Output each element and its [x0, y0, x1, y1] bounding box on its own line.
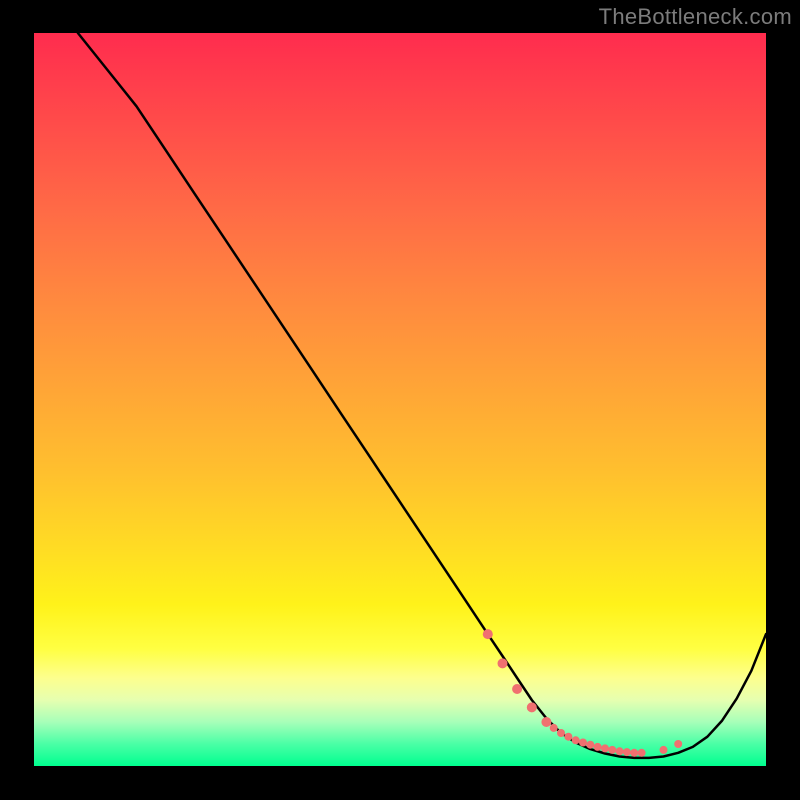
highlighted-points [483, 629, 682, 757]
marker-dot [638, 749, 646, 757]
curve-layer [34, 33, 766, 766]
marker-dot [608, 746, 616, 754]
marker-dot [541, 717, 551, 727]
marker-dot [527, 702, 537, 712]
marker-dot [483, 629, 493, 639]
chart-frame: TheBottleneck.com [0, 0, 800, 800]
marker-dot [616, 747, 624, 755]
marker-dot [564, 733, 572, 741]
marker-dot [512, 684, 522, 694]
marker-dot [623, 748, 631, 756]
marker-dot [572, 736, 580, 744]
marker-dot [550, 724, 558, 732]
marker-dot [557, 729, 565, 737]
marker-dot [660, 746, 668, 754]
marker-dot [674, 740, 682, 748]
marker-dot [594, 743, 602, 751]
bottleneck-curve [78, 33, 766, 758]
marker-dot [630, 749, 638, 757]
marker-dot [586, 741, 594, 749]
marker-dot [601, 744, 609, 752]
watermark-text: TheBottleneck.com [599, 4, 792, 30]
marker-dot [498, 658, 508, 668]
marker-dot [579, 739, 587, 747]
